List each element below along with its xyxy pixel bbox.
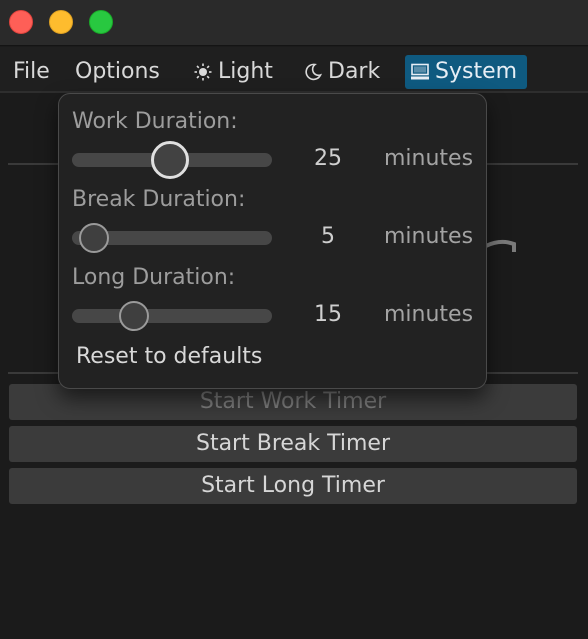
long-duration-label: Long Duration:: [72, 265, 236, 290]
theme-dark-label: Dark: [328, 59, 381, 84]
break-duration-slider[interactable]: [72, 223, 272, 253]
work-duration-label: Work Duration:: [72, 109, 238, 134]
work-duration-unit: minutes: [384, 146, 474, 171]
sun-icon: [192, 55, 214, 89]
start-break-timer-button[interactable]: Start Break Timer: [9, 426, 577, 462]
menu-file-label: File: [13, 59, 50, 84]
menu-options-label: Options: [75, 59, 160, 84]
work-duration-slider-handle[interactable]: [151, 141, 189, 179]
close-window-button[interactable]: [9, 10, 33, 34]
menu-file[interactable]: File: [7, 55, 56, 89]
start-long-timer-button[interactable]: Start Long Timer: [9, 468, 577, 504]
maximize-window-button[interactable]: [89, 10, 113, 34]
timer-ring-arc: [486, 239, 516, 252]
long-duration-slider-handle[interactable]: [119, 301, 149, 331]
theme-system-label: System: [435, 59, 518, 84]
theme-light-label: Light: [218, 59, 273, 84]
work-duration-slider[interactable]: [72, 141, 272, 179]
minimize-window-button[interactable]: [49, 10, 73, 34]
reset-to-defaults-button[interactable]: Reset to defaults: [76, 344, 262, 369]
theme-system-button[interactable]: System: [405, 55, 527, 89]
options-popup: Work Duration: 25 minutes Break Duration…: [58, 93, 487, 389]
work-duration-value: 25: [314, 146, 342, 171]
computer-icon: [409, 55, 431, 89]
break-duration-label: Break Duration:: [72, 187, 246, 212]
break-duration-value: 5: [321, 224, 335, 249]
long-duration-slider[interactable]: [72, 301, 272, 331]
menu-options[interactable]: Options: [69, 55, 166, 89]
menu-bar: File Options Light Dark System: [0, 47, 588, 93]
long-duration-unit: minutes: [384, 302, 474, 327]
break-duration-slider-handle[interactable]: [79, 223, 109, 253]
moon-icon: [302, 55, 324, 89]
start-work-timer-button[interactable]: Start Work Timer: [9, 384, 577, 420]
title-bar: [0, 0, 588, 46]
long-duration-value: 15: [314, 302, 342, 327]
theme-light-button[interactable]: Light: [186, 55, 279, 89]
theme-dark-button[interactable]: Dark: [296, 55, 386, 89]
break-duration-unit: minutes: [384, 224, 474, 249]
